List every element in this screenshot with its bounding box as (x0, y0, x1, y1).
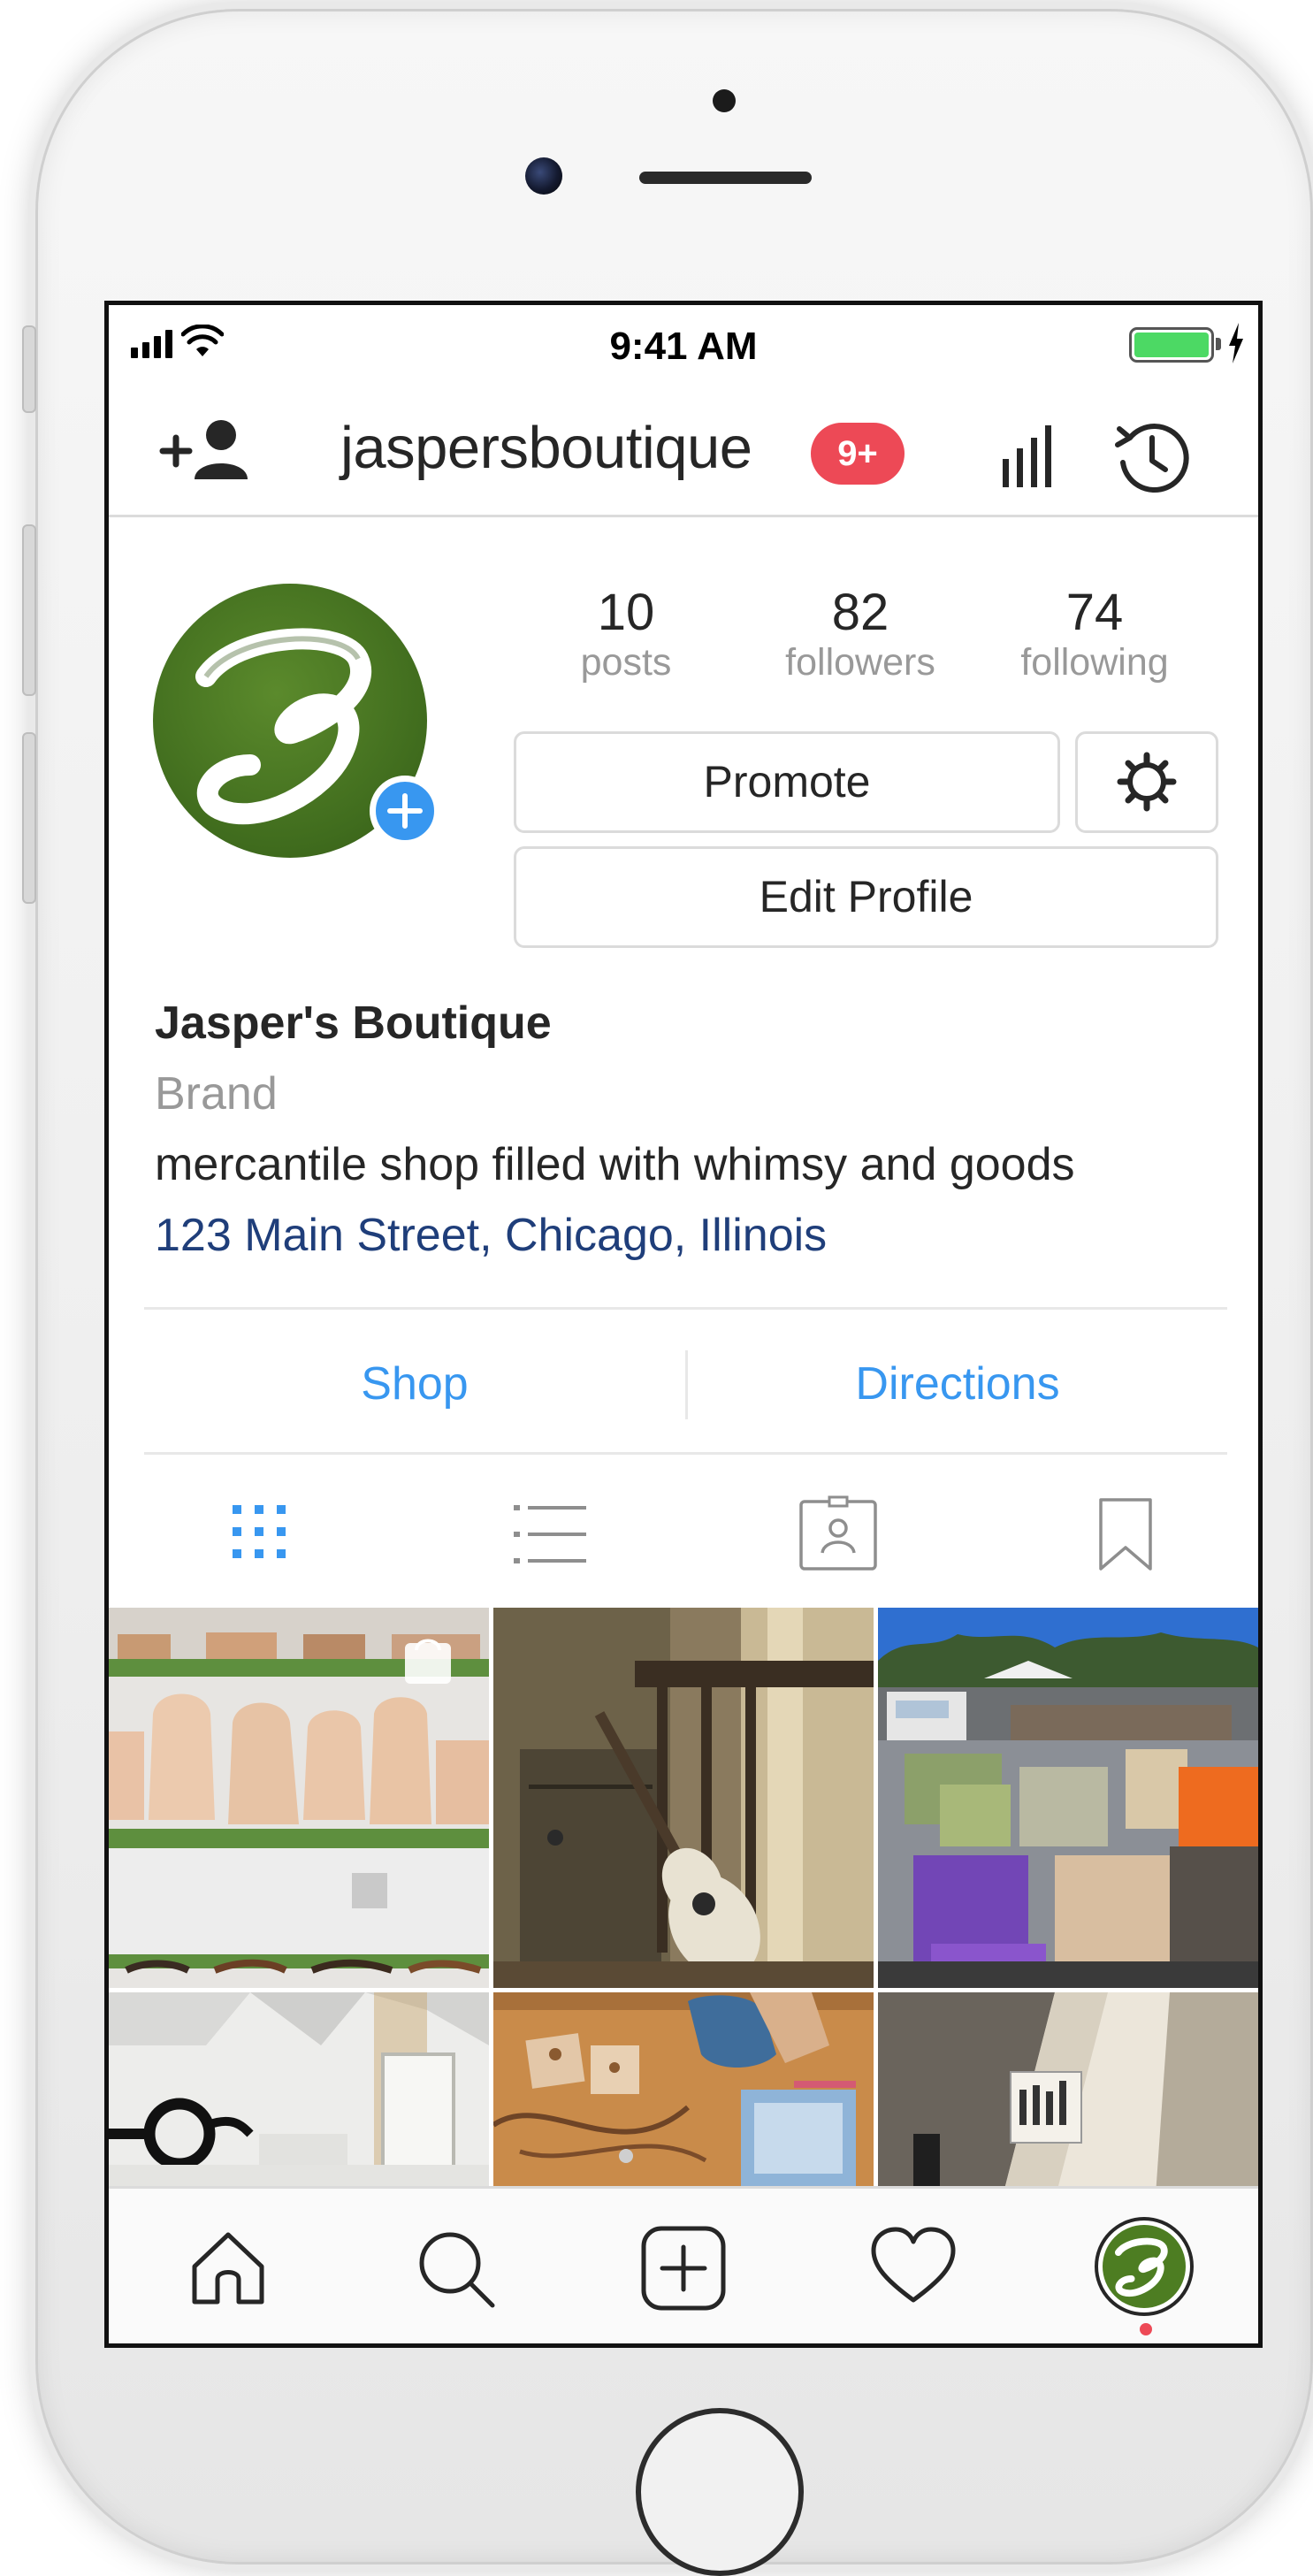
battery-icon (1129, 327, 1214, 363)
saved-bookmark-icon[interactable] (1081, 1494, 1170, 1574)
notification-badge[interactable]: 9+ (811, 423, 905, 485)
bio-text: mercantile shop filled with whimsy and g… (155, 1139, 1075, 1190)
posts-count-value: 10 (597, 584, 655, 641)
charging-bolt-icon (1229, 323, 1243, 363)
mute-switch (22, 325, 36, 413)
post-thumbnail[interactable] (493, 1608, 874, 1988)
home-icon[interactable] (184, 2224, 272, 2312)
volume-down-button (22, 732, 36, 904)
profile-notification-dot (1140, 2323, 1152, 2335)
profile-view-tabs (109, 1459, 1258, 1596)
directions-button[interactable]: Directions (688, 1313, 1227, 1455)
tagged-icon[interactable] (794, 1494, 882, 1574)
display-name: Jasper's Boutique (155, 998, 552, 1049)
activity-heart-icon[interactable] (869, 2224, 958, 2312)
proximity-sensor (713, 89, 736, 112)
shop-button[interactable]: Shop (144, 1313, 685, 1455)
guitar-chair-photo (493, 1608, 874, 1988)
status-bar: 9:41 AM (109, 305, 1258, 385)
address-link[interactable]: 123 Main Street, Chicago, Illinois (155, 1200, 1233, 1271)
add-story-plus-icon[interactable] (370, 776, 440, 846)
profile-nav-bar: jaspersboutique 9+ (109, 385, 1258, 517)
category-label: Brand (155, 1068, 278, 1120)
status-time: 9:41 AM (609, 325, 758, 368)
post-thumbnail[interactable] (878, 1608, 1258, 1988)
archive-clock-icon[interactable] (1112, 418, 1192, 498)
bottom-tab-bar (109, 2186, 1258, 2343)
post-thumbnail[interactable] (109, 1608, 489, 1988)
profile-avatar-icon[interactable] (1095, 2217, 1194, 2316)
followers-count-value: 82 (831, 584, 889, 641)
gear-icon (1117, 752, 1177, 812)
followers-count[interactable]: 82 followers (745, 585, 975, 684)
search-icon[interactable] (411, 2224, 500, 2312)
posts-count-label: posts (580, 641, 672, 684)
following-count-value: 74 (1065, 584, 1124, 641)
grid-view-icon[interactable] (215, 1494, 303, 1574)
profile-bio: Jasper's Boutique Brand mercantile shop … (155, 988, 1233, 1271)
app-screen: 9:41 AM jaspersboutique 9+ 10 posts 82 f… (104, 301, 1263, 2348)
contact-divider-bottom (144, 1452, 1227, 1455)
home-button[interactable] (636, 2408, 804, 2576)
promote-button[interactable]: Promote (514, 731, 1060, 833)
insights-bars-icon[interactable] (999, 422, 1061, 489)
settings-button[interactable] (1075, 731, 1218, 833)
contact-options: Shop Directions (144, 1313, 1227, 1455)
new-post-icon[interactable] (639, 2224, 728, 2312)
earpiece-speaker (639, 172, 812, 184)
following-count[interactable]: 74 following (980, 585, 1210, 684)
posts-count[interactable]: 10 posts (511, 585, 741, 684)
username-title[interactable]: jaspersboutique (340, 414, 752, 482)
list-view-icon[interactable] (505, 1494, 593, 1574)
add-person-icon[interactable] (157, 416, 255, 486)
front-camera (525, 157, 562, 195)
outdoor-flea-market-chairs-photo (878, 1608, 1258, 1988)
following-count-label: following (1020, 641, 1169, 684)
battery-nub (1216, 338, 1221, 350)
contact-divider-top (144, 1307, 1227, 1310)
shelves-leather-bags-photo (109, 1608, 489, 1988)
volume-up-button (22, 524, 36, 696)
edit-profile-button[interactable]: Edit Profile (514, 846, 1218, 948)
followers-count-label: followers (785, 641, 935, 684)
